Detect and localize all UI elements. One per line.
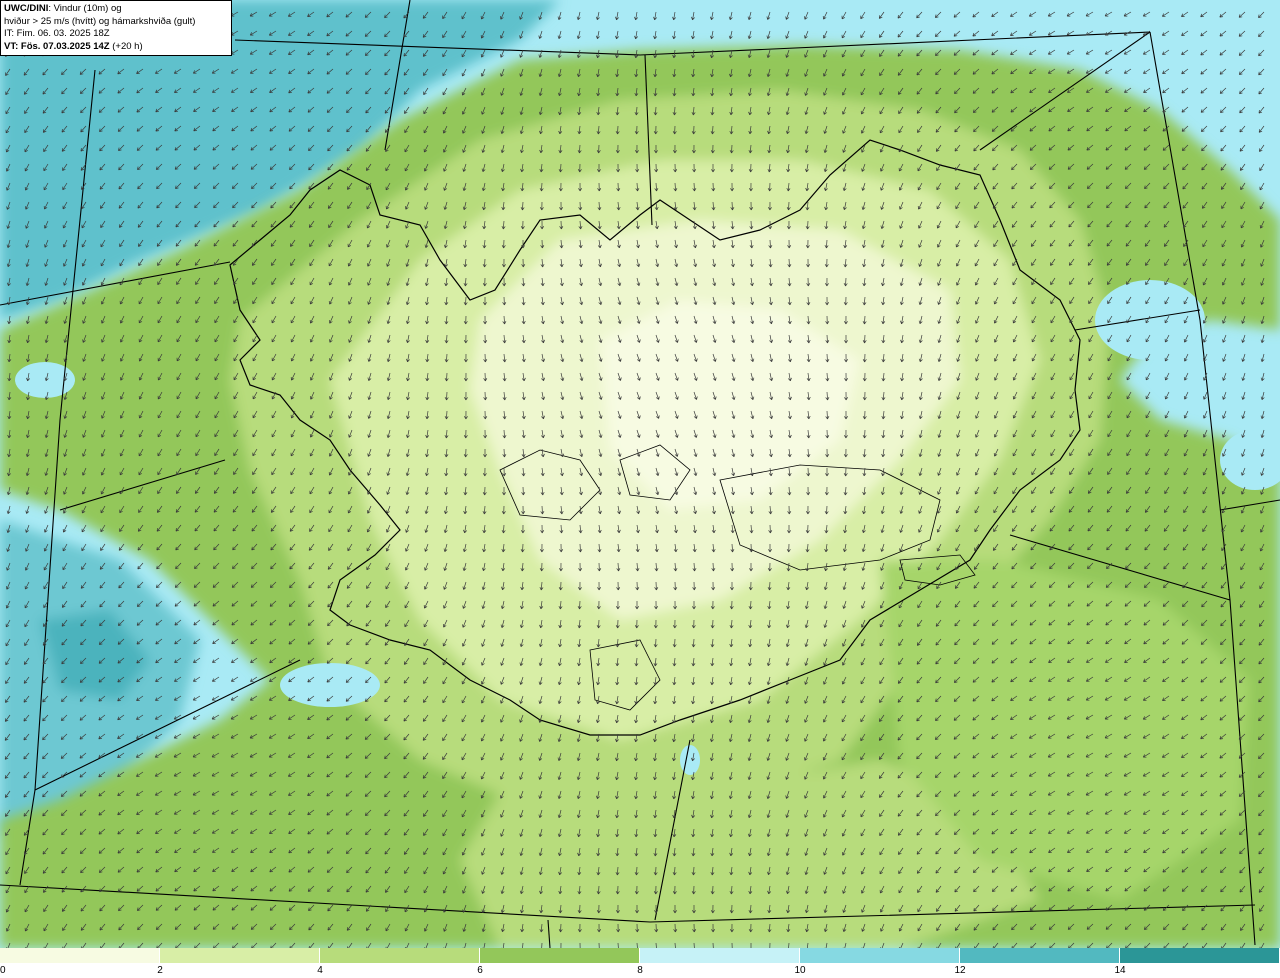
legend-tick-label: 8: [637, 965, 643, 976]
model-name: UWC/DINI: [4, 3, 49, 14]
legend-swatch: [960, 948, 1120, 963]
legend-tick-label: 14: [1114, 965, 1126, 976]
legend-tick-label: 2: [157, 965, 163, 976]
title-line: UWC/DINI: Vindur (10m) og: [4, 3, 228, 16]
legend-tick-label: 4: [317, 965, 323, 976]
color-legend: 0 2 4 6 8 10 12 14: [0, 948, 1280, 978]
legend-tick-label: 12: [954, 965, 966, 976]
legend-swatch: [800, 948, 960, 963]
legend-tick-label: 10: [794, 965, 806, 976]
title-text: : Vindur (10m) og: [48, 3, 122, 14]
legend-swatch: [160, 948, 320, 963]
subtitle-line: hviður > 25 m/s (hvítt) og hámarkshviða …: [4, 15, 196, 27]
legend-tick-label: 0: [0, 965, 6, 976]
valid-time-line: VT: Fös. 07.03.2025 14Z (+20 h): [4, 41, 228, 54]
legend-bar: [0, 948, 1280, 963]
legend-swatch: [320, 948, 480, 963]
legend-swatch: [1120, 948, 1280, 963]
wind-map: [0, 0, 1280, 948]
lead-time: (+20 h): [109, 40, 143, 52]
legend-tick-label: 6: [477, 965, 483, 976]
legend-swatch: [640, 948, 800, 963]
legend-swatch: [0, 948, 160, 963]
forecast-info-box: UWC/DINI: Vindur (10m) og hviður > 25 m/…: [0, 0, 232, 56]
valid-time: VT: Fös. 07.03.2025 14Z: [4, 40, 110, 52]
initial-time: IT: Fim. 06. 03. 2025 18Z: [4, 28, 110, 39]
legend-swatch: [480, 948, 640, 963]
